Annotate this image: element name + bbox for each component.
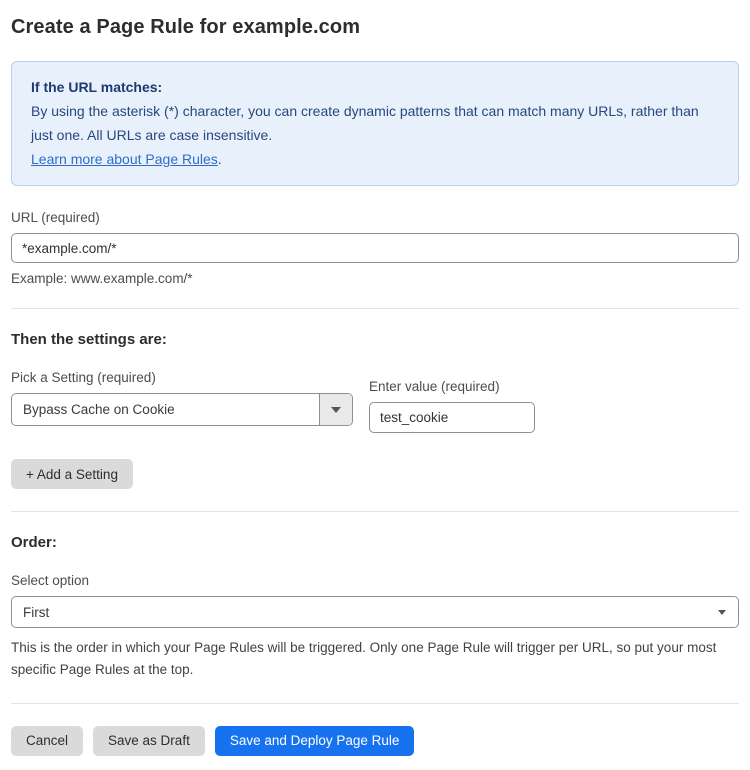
cancel-button[interactable]: Cancel [11, 726, 83, 756]
value-column: Enter value (required) [369, 370, 535, 433]
save-as-draft-button[interactable]: Save as Draft [93, 726, 205, 756]
page-title: Create a Page Rule for example.com [11, 0, 739, 39]
learn-more-link[interactable]: Learn more about Page Rules [31, 151, 218, 167]
url-input[interactable] [11, 233, 739, 263]
setting-select-label: Pick a Setting (required) [11, 370, 353, 385]
setting-select-value: Bypass Cache on Cookie [12, 394, 319, 425]
setting-column: Pick a Setting (required) Bypass Cache o… [11, 370, 353, 426]
caret-down-icon [718, 610, 726, 615]
link-suffix: . [218, 151, 222, 167]
divider [11, 308, 739, 309]
url-field-label: URL (required) [11, 210, 739, 225]
info-box-heading: If the URL matches: [31, 75, 719, 99]
settings-section-heading: Then the settings are: [11, 331, 739, 348]
setting-select[interactable]: Bypass Cache on Cookie [11, 393, 353, 426]
value-field-label: Enter value (required) [369, 379, 535, 394]
order-help-text: This is the order in which your Page Rul… [11, 637, 731, 680]
settings-row: Pick a Setting (required) Bypass Cache o… [11, 370, 739, 433]
order-select-value: First [23, 605, 49, 620]
setting-value-input[interactable] [369, 402, 535, 433]
url-example-text: Example: www.example.com/* [11, 271, 739, 286]
add-setting-wrap: + Add a Setting [11, 459, 739, 489]
info-box-body: By using the asterisk (*) character, you… [31, 99, 719, 147]
url-match-info-box: If the URL matches: By using the asteris… [11, 61, 739, 186]
caret-down-icon [331, 407, 341, 413]
save-and-deploy-button[interactable]: Save and Deploy Page Rule [215, 726, 415, 756]
setting-select-arrow-button[interactable] [319, 394, 352, 425]
info-box-link-line: Learn more about Page Rules. [31, 147, 719, 171]
footer-actions: Cancel Save as Draft Save and Deploy Pag… [11, 726, 739, 770]
divider [11, 703, 739, 704]
order-select[interactable]: First [11, 596, 739, 628]
order-select-label: Select option [11, 573, 739, 588]
add-setting-button[interactable]: + Add a Setting [11, 459, 133, 489]
divider [11, 511, 739, 512]
order-section-heading: Order: [11, 534, 739, 551]
page-rule-form: Create a Page Rule for example.com If th… [0, 0, 750, 770]
